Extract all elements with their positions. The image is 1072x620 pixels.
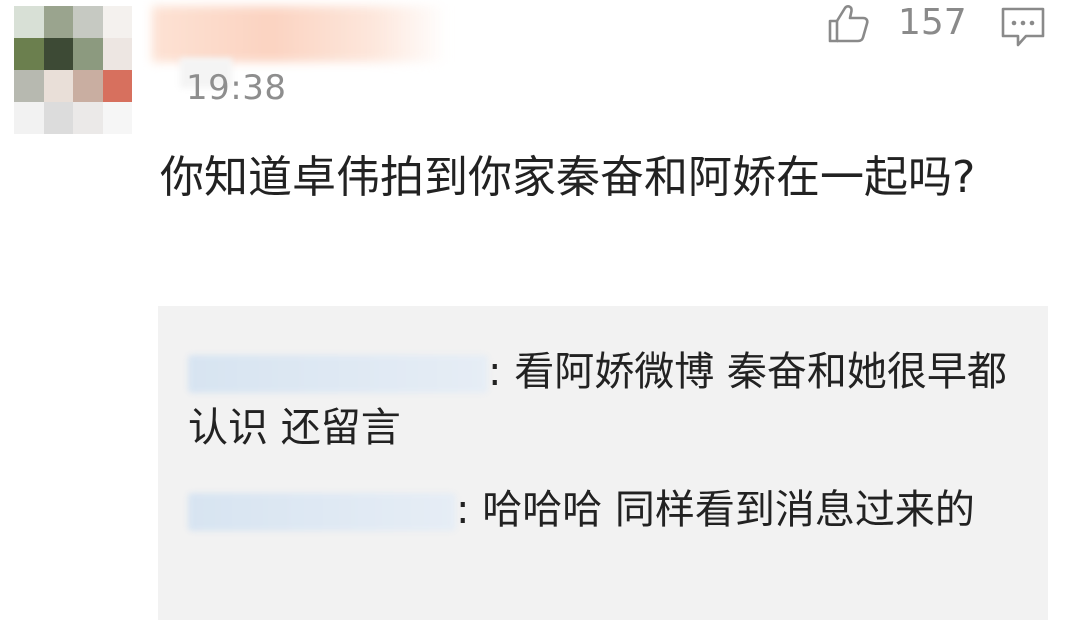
avatar[interactable] [14,6,132,134]
comment-text: 你知道卓伟拍到你家秦奋和阿娇在一起吗? [160,152,976,203]
comment-bubble-icon[interactable] [1000,6,1046,48]
replies-box[interactable]: : 看阿娇微博 秦奋和她很早都认识 还留言 : 哈哈哈 同样看到消息过来的 [158,306,1048,620]
reply-username-blurred[interactable] [188,355,488,393]
reply-text: : 哈哈哈 同样看到消息过来的 [456,487,975,533]
like-count: 157 [898,2,967,43]
thumbs-up-icon[interactable] [826,4,870,44]
reply-username-blurred[interactable] [188,493,456,531]
comment-timestamp: 19:38 [186,68,287,108]
username-blurred[interactable] [152,6,448,62]
reply-item[interactable]: : 哈哈哈 同样看到消息过来的 [188,482,1018,538]
reply-item[interactable]: : 看阿娇微博 秦奋和她很早都认识 还留言 [188,344,1018,456]
